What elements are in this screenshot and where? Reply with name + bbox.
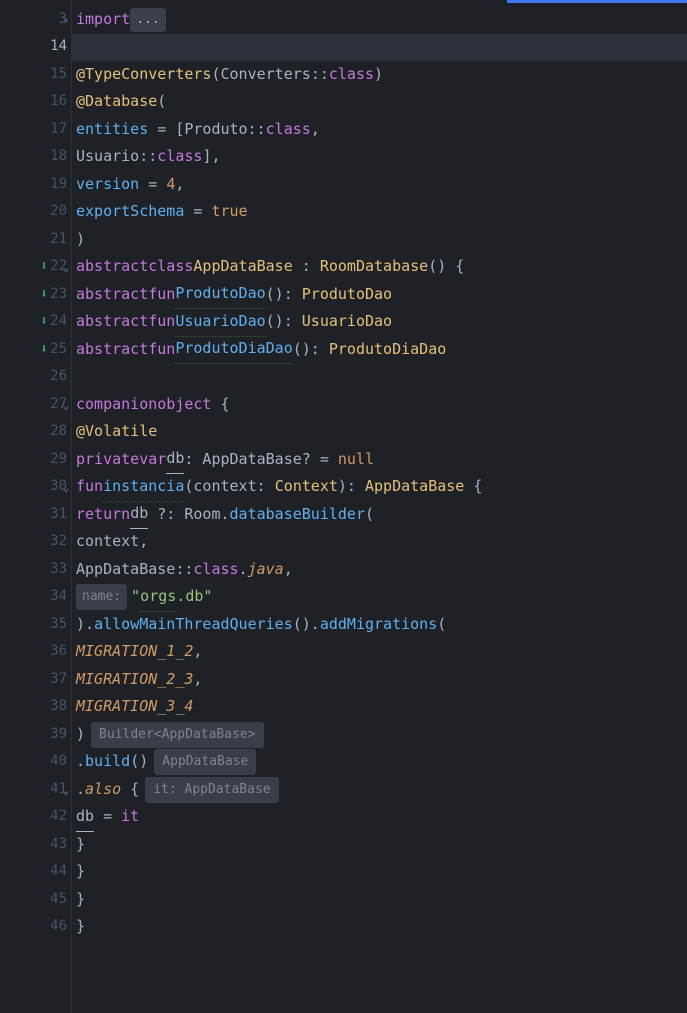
fold-chevron-icon[interactable]: › (59, 9, 73, 31)
code-line[interactable]: } (76, 914, 687, 942)
type-hint: it: AppDataBase (145, 777, 278, 803)
code-line[interactable]: ).allowMainThreadQueries().addMigrations… (76, 611, 687, 639)
gutter[interactable]: 3› 14 15 16 17 18 19 20 21 ⬇22⌄ ⬇23 ⬇24 … (0, 0, 72, 1013)
line-number-active[interactable]: 14 (0, 34, 71, 62)
code-line[interactable]: AppDataBase::class.java, (76, 556, 687, 584)
line-number[interactable]: 20 (0, 199, 71, 227)
code-line[interactable]: private var db: AppDataBase? = null (76, 446, 687, 474)
code-line[interactable]: context, (76, 529, 687, 557)
current-line-highlight (72, 34, 687, 62)
line-number[interactable]: 34 (0, 584, 71, 612)
line-number[interactable]: 15 (0, 61, 71, 89)
line-number[interactable]: 38 (0, 694, 71, 722)
parameter-hint: name: (76, 584, 127, 610)
code-line[interactable]: } (76, 831, 687, 859)
line-number[interactable]: 45 (0, 886, 71, 914)
fold-chevron-icon[interactable]: ⌄ (59, 256, 73, 278)
code-line[interactable]: exportSchema = true (76, 199, 687, 227)
line-number[interactable]: 37 (0, 666, 71, 694)
line-number[interactable]: 46 (0, 914, 71, 942)
code-line[interactable]: entities = [Produto::class, (76, 116, 687, 144)
code-line[interactable]: import ... (76, 6, 687, 34)
override-down-icon[interactable]: ⬇ (40, 310, 48, 334)
type-hint: AppDataBase (154, 749, 256, 775)
line-number[interactable]: 31 (0, 501, 71, 529)
override-down-icon[interactable]: ⬇ (40, 283, 48, 307)
code-line[interactable]: abstract class AppDataBase : RoomDatabas… (76, 254, 687, 282)
code-line[interactable] (76, 364, 687, 392)
code-content[interactable]: import ... @TypeConverters(Converters::c… (72, 0, 687, 1013)
line-number[interactable]: ⬇22⌄ (0, 254, 71, 282)
fold-chevron-icon[interactable]: ⌄ (59, 394, 73, 416)
code-line[interactable]: companion object { (76, 391, 687, 419)
code-line[interactable]: abstract fun UsuarioDao(): UsuarioDao (76, 309, 687, 337)
line-number[interactable]: 33 (0, 556, 71, 584)
code-line[interactable]: db = it (76, 804, 687, 832)
code-line[interactable]: @Volatile (76, 419, 687, 447)
fold-ellipsis[interactable]: ... (130, 8, 165, 32)
code-line[interactable]: .build()AppDataBase (76, 749, 687, 777)
line-number[interactable]: 29 (0, 446, 71, 474)
line-number[interactable]: 43 (0, 831, 71, 859)
fold-chevron-icon[interactable]: ⌄ (59, 476, 73, 498)
code-line[interactable]: .also {it: AppDataBase (76, 776, 687, 804)
code-line[interactable]: fun instancia(context: Context): AppData… (76, 474, 687, 502)
code-line[interactable]: )Builder<AppDataBase> (76, 721, 687, 749)
code-line[interactable]: MIGRATION_1_2, (76, 639, 687, 667)
override-down-icon[interactable]: ⬇ (40, 255, 48, 279)
line-number[interactable]: 19 (0, 171, 71, 199)
line-number[interactable]: 18 (0, 144, 71, 172)
code-line[interactable]: @Database( (76, 89, 687, 117)
line-number[interactable]: 35 (0, 611, 71, 639)
line-number[interactable]: 42 (0, 804, 71, 832)
code-line[interactable]: name:"orgs.db" (76, 584, 687, 612)
code-line[interactable]: version = 4, (76, 171, 687, 199)
line-number[interactable]: 21 (0, 226, 71, 254)
line-number[interactable]: 40 (0, 749, 71, 777)
code-line[interactable]: abstract fun ProdutoDiaDao(): ProdutoDia… (76, 336, 687, 364)
line-number[interactable]: 3› (0, 6, 71, 34)
code-editor[interactable]: 3› 14 15 16 17 18 19 20 21 ⬇22⌄ ⬇23 ⬇24 … (0, 0, 687, 1013)
line-number[interactable]: 39 (0, 721, 71, 749)
code-line[interactable]: } (76, 859, 687, 887)
code-line[interactable]: @TypeConverters(Converters::class) (76, 61, 687, 89)
code-line[interactable]: MIGRATION_3_4 (76, 694, 687, 722)
line-number[interactable]: 32 (0, 529, 71, 557)
line-number[interactable]: ⬇25 (0, 336, 71, 364)
override-down-icon[interactable]: ⬇ (40, 338, 48, 362)
code-line[interactable]: Usuario::class], (76, 144, 687, 172)
code-line[interactable]: } (76, 886, 687, 914)
line-number[interactable]: 27⌄ (0, 391, 71, 419)
line-number[interactable]: 28 (0, 419, 71, 447)
code-line[interactable]: return db ?: Room.databaseBuilder( (76, 501, 687, 529)
code-line[interactable]: ) (76, 226, 687, 254)
line-number[interactable]: 41⌄ (0, 776, 71, 804)
line-number[interactable]: 26 (0, 364, 71, 392)
line-number[interactable]: 16 (0, 89, 71, 117)
line-number[interactable]: ⬇24 (0, 309, 71, 337)
line-number[interactable]: ⬇23 (0, 281, 71, 309)
line-number[interactable]: 30⌄ (0, 474, 71, 502)
code-line[interactable]: MIGRATION_2_3, (76, 666, 687, 694)
line-number[interactable]: 17 (0, 116, 71, 144)
line-number[interactable]: 36 (0, 639, 71, 667)
code-line[interactable]: abstract fun ProdutoDao(): ProdutoDao (76, 281, 687, 309)
line-number[interactable]: 44 (0, 859, 71, 887)
type-hint: Builder<AppDataBase> (91, 722, 264, 748)
fold-chevron-icon[interactable]: ⌄ (59, 779, 73, 801)
